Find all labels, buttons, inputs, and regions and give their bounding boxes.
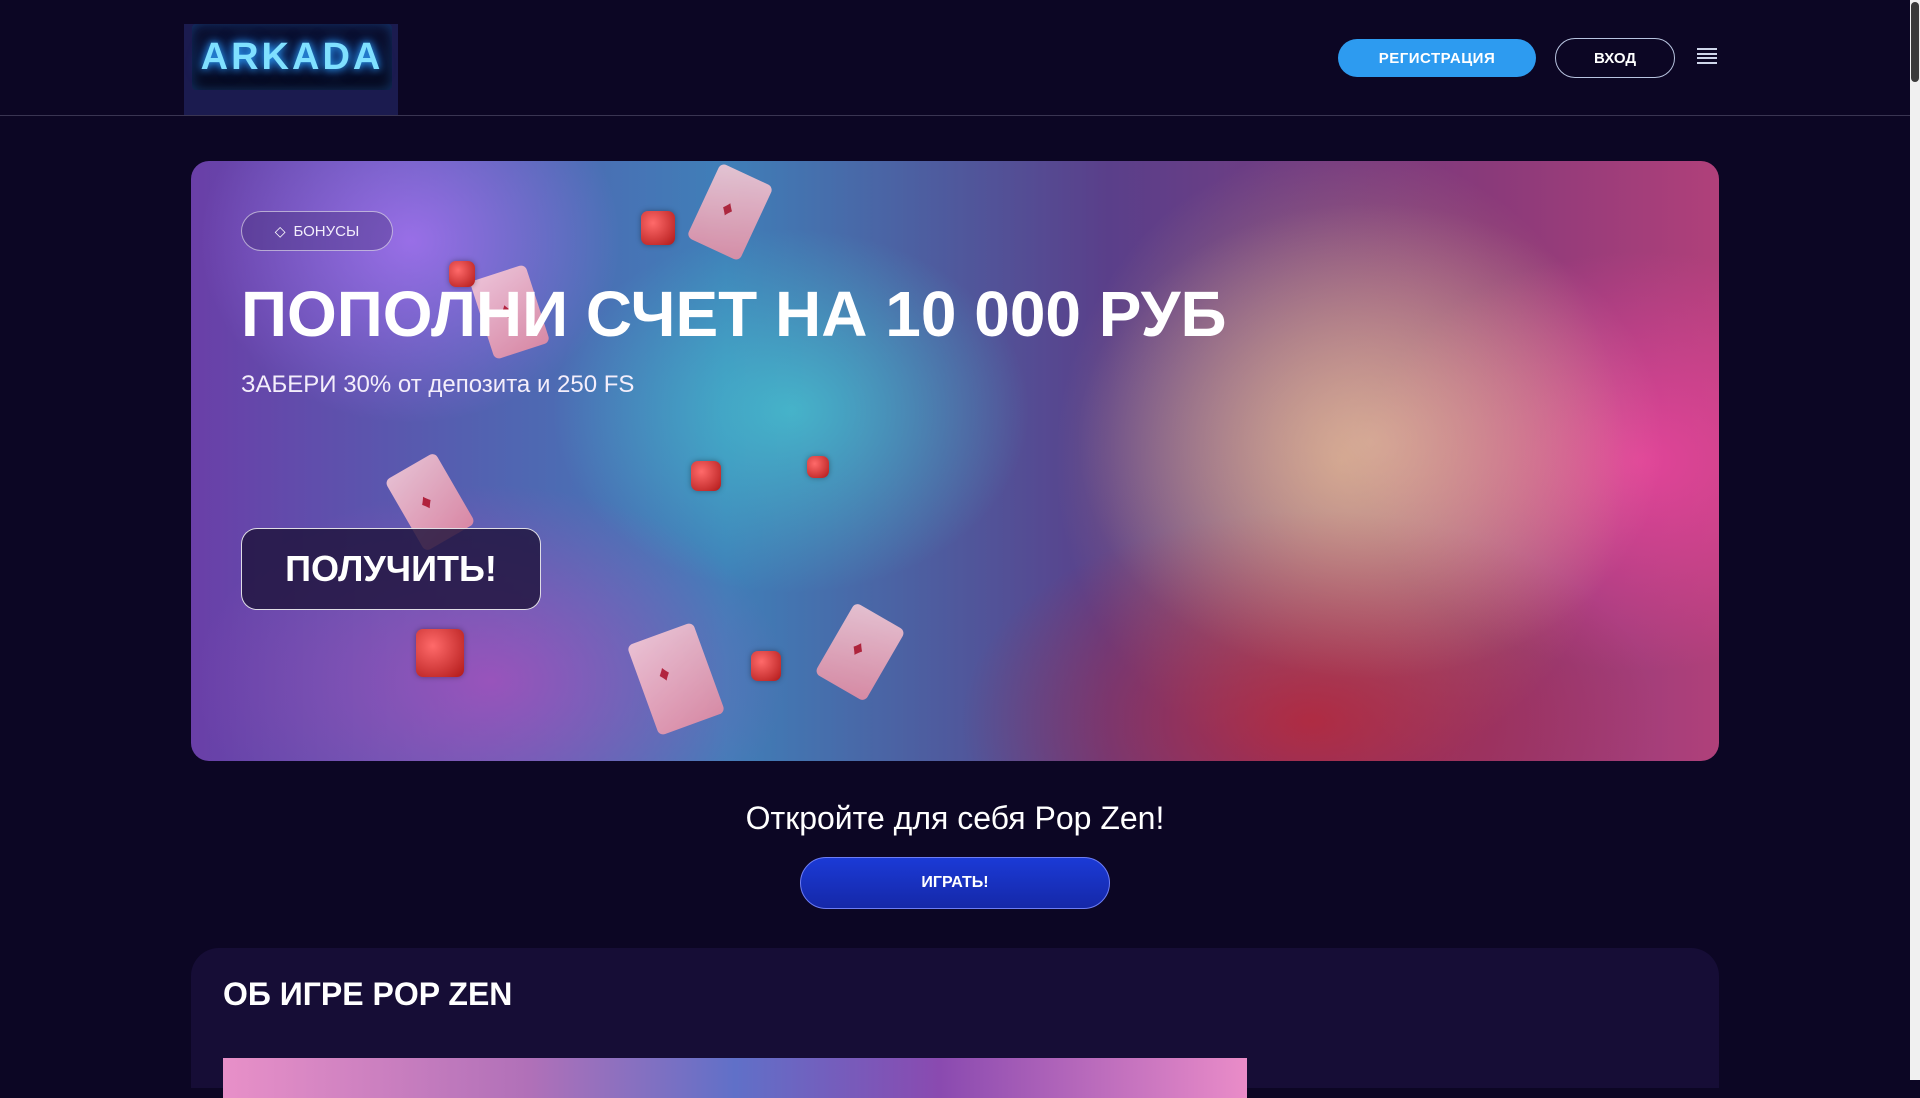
logo-text: ARKADA (200, 35, 384, 78)
hero-title: ПОПОЛНИ СЧЕТ НА 10 000 РУБ (241, 278, 1227, 350)
dice-decoration (751, 651, 781, 681)
about-game-section: ОБ ИГРЕ POP ZEN (191, 948, 1719, 1098)
dice-decoration (807, 456, 829, 478)
bonuses-badge-label: БОНУСЫ (293, 222, 360, 240)
diamond-icon: ◇ (274, 222, 286, 239)
logo: ARKADA (192, 24, 392, 90)
playing-card-decoration (626, 621, 726, 737)
play-button[interactable]: ИГРАТЬ! (800, 857, 1110, 909)
register-button[interactable]: РЕГИСТРАЦИЯ (1338, 39, 1536, 77)
login-button[interactable]: ВХОД (1555, 38, 1675, 78)
page-scrollbar[interactable] (1910, 0, 1920, 1080)
about-title: ОБ ИГРЕ POP ZEN (223, 976, 513, 1012)
dice-decoration (641, 211, 675, 245)
hero-banner: ◇ БОНУСЫ ПОПОЛНИ СЧЕТ НА 10 000 РУБ ЗАБЕ… (191, 161, 1719, 761)
game-preview-image (223, 1058, 1247, 1098)
scrollbar-thumb[interactable] (1911, 2, 1919, 82)
dice-decoration (691, 461, 721, 491)
page: ARKADA РЕГИСТРАЦИЯ ВХОД ◇ БОНУСЫ ПОПОЛНИ… (0, 0, 1910, 1098)
discover-title: Откройте для себя Pop Zen! (745, 800, 1165, 836)
logo-link[interactable]: ARKADA (184, 24, 398, 115)
playing-card-decoration (686, 162, 774, 262)
site-header: ARKADA РЕГИСТРАЦИЯ ВХОД (0, 0, 1910, 116)
hamburger-menu-icon[interactable] (1697, 48, 1717, 64)
playing-card-decoration (814, 601, 906, 703)
bonuses-badge[interactable]: ◇ БОНУСЫ (241, 211, 393, 251)
hero-subtitle: ЗАБЕРИ 30% от депозита и 250 FS (241, 371, 635, 398)
dice-decoration (416, 629, 464, 677)
get-bonus-button[interactable]: ПОЛУЧИТЬ! (241, 528, 541, 610)
